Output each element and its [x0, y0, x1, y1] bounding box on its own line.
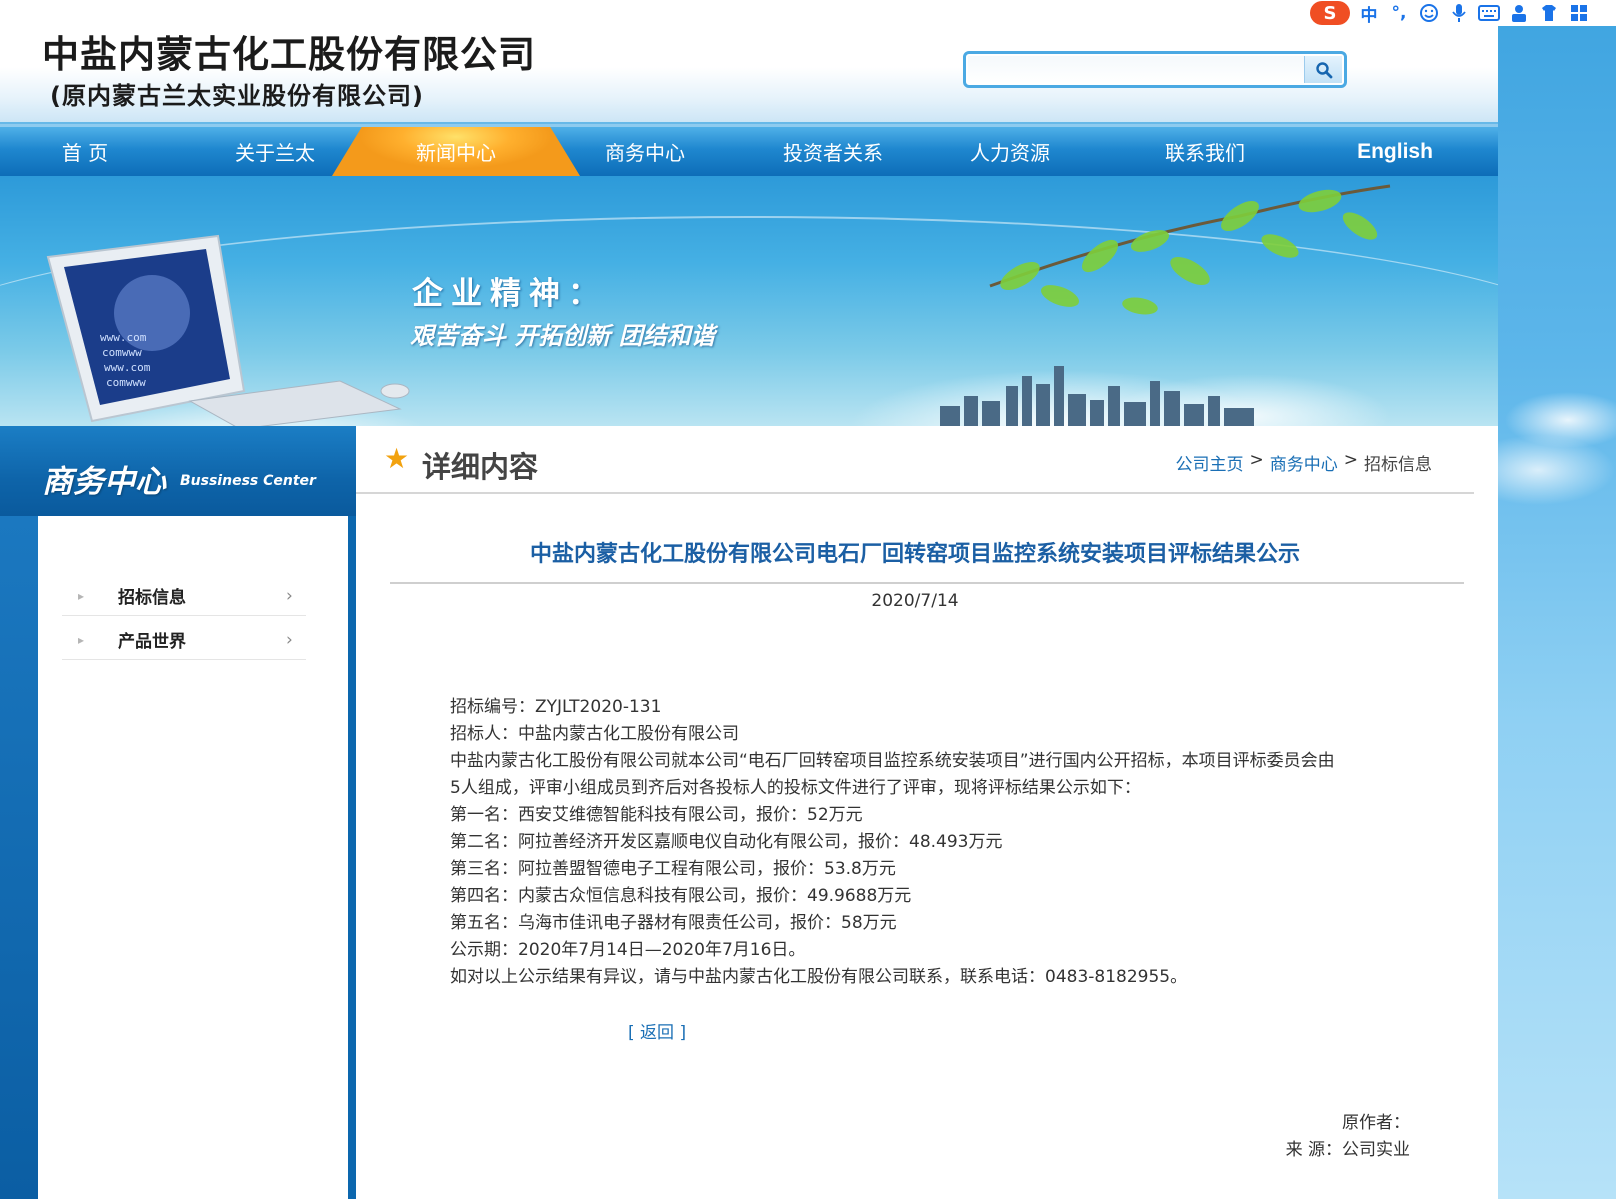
breadcrumb: 公司主页 > 商务中心 > 招标信息 [1176, 450, 1433, 475]
search-button[interactable] [1304, 56, 1342, 83]
nav-item-business[interactable]: 商务中心 [580, 127, 710, 176]
article-line: 第四名：内蒙古众恒信息科技有限公司，报价：49.9688万元 [450, 886, 912, 906]
star-icon: ★ [384, 442, 410, 475]
nav-item-hr[interactable]: 人力资源 [945, 127, 1075, 176]
article-line: 第一名：西安艾维德智能科技有限公司，报价：52万元 [450, 805, 863, 825]
breadcrumb-separator: > [1249, 450, 1264, 470]
article-date: 2020/7/14 [871, 591, 959, 611]
nav-item-english[interactable]: English [1330, 127, 1460, 176]
sidebar-body [0, 516, 356, 1199]
breadcrumb-home[interactable]: 公司主页 [1176, 450, 1244, 475]
article-line: 招标编号：ZYJLT2020-131 [450, 697, 662, 717]
ime-punctuation-toggle[interactable]: °, [1388, 2, 1410, 24]
svg-text:comwww: comwww [106, 376, 146, 389]
article-line: 如对以上公示结果有异议，请与中盐内蒙古化工股份有限公司联系，联系电话：0483-… [450, 967, 1188, 987]
content-heading: 详细内容 [422, 450, 539, 484]
keyboard-icon[interactable] [1478, 2, 1500, 24]
nav-item-home[interactable]: 首 页 [30, 127, 140, 176]
sidebar-header: 商务中心 Bussiness Center [0, 426, 356, 516]
article-line: 第五名：乌海市佳讯电子器材有限责任公司，报价：58万元 [450, 913, 897, 933]
article-body: 招标编号：ZYJLT2020-131 招标人：中盐内蒙古化工股份有限公司 中盐内… [450, 694, 1410, 991]
grid-icon[interactable] [1568, 2, 1590, 24]
back-link[interactable]: [ 返回 ] [628, 1018, 686, 1043]
bullet-icon: ▸ [78, 632, 85, 647]
breadcrumb-section[interactable]: 商务中心 [1270, 450, 1338, 475]
shirt-icon[interactable] [1538, 2, 1560, 24]
search-box [963, 51, 1347, 88]
sidebar-title: 商务中心 [42, 464, 166, 500]
article-line: 中盐内蒙古化工股份有限公司就本公司“电石厂回转窑项目监控系统安装项目”进行国内公… [450, 751, 1335, 771]
sidebar-item-bidding[interactable]: ▸ 招标信息 › [62, 576, 306, 616]
svg-text:www.com: www.com [104, 361, 151, 374]
sidebar-item-label: 产品世界 [118, 632, 186, 652]
author-label: 原作者： [1342, 1113, 1410, 1133]
search-icon [1315, 61, 1332, 78]
breadcrumb-separator: > [1343, 450, 1358, 470]
company-former-name: (原内蒙古兰太实业股份有限公司) [50, 82, 424, 110]
sidebar-strip [0, 516, 38, 1199]
ime-toolbar: S 中 °, [1306, 0, 1616, 26]
nav-item-contact[interactable]: 联系我们 [1140, 127, 1270, 176]
article-line: 第二名：阿拉善经济开发区嘉顺电仪自动化有限公司，报价：48.493万元 [450, 832, 1003, 852]
banner: www.com comwww www.com comwww 企业精神： 艰苦奋斗… [0, 176, 1498, 426]
sidebar-item-products[interactable]: ▸ 产品世界 › [62, 620, 306, 660]
company-name: 中盐内蒙古化工股份有限公司 [42, 33, 536, 76]
search-input[interactable] [968, 56, 1308, 83]
mic-icon[interactable] [1448, 2, 1470, 24]
source-label: 来 源：公司实业 [1285, 1140, 1410, 1160]
computer-illustration: www.com comwww www.com comwww [46, 234, 410, 426]
user-icon[interactable] [1508, 2, 1530, 24]
city-skyline-illustration [940, 366, 1254, 426]
article-title: 中盐内蒙古化工股份有限公司电石厂回转窑项目监控系统安装项目评标结果公示 [529, 542, 1300, 567]
nav-item-about[interactable]: 关于兰太 [210, 127, 340, 176]
svg-text:comwww: comwww [102, 346, 142, 359]
banner-title: 企业精神： [412, 276, 607, 312]
breadcrumb-current: 招标信息 [1364, 455, 1432, 475]
sidebar-title-en: Bussiness Center [180, 473, 316, 489]
nav-item-news[interactable]: 新闻中心 [332, 127, 580, 176]
article-line: 公示期：2020年7月14日—2020年7月16日。 [450, 940, 806, 960]
bullet-icon: ▸ [78, 588, 85, 603]
nav-item-investor[interactable]: 投资者关系 [758, 127, 908, 176]
article-line: 第三名：阿拉善盟智德电子工程有限公司，报价：53.8万元 [450, 859, 896, 879]
article-line: 招标人：中盐内蒙古化工股份有限公司 [450, 724, 739, 744]
main-nav: 首 页 关于兰太 新闻中心 商务中心 投资者关系 人力资源 联系我们 Engli… [0, 124, 1498, 176]
emoji-icon[interactable] [1418, 2, 1440, 24]
chevron-right-icon: › [286, 629, 293, 650]
svg-text:www.com: www.com [100, 331, 147, 344]
title-divider [390, 582, 1464, 584]
sidebar-item-label: 招标信息 [118, 588, 186, 608]
article-line: 5人组成，评审小组成员到齐后对各投标人的投标文件进行了评审，现将评标结果公示如下… [450, 778, 1141, 798]
ime-logo[interactable]: S [1310, 1, 1350, 25]
nav-item-news-label: 新闻中心 [416, 141, 496, 165]
sky-backdrop [1498, 0, 1616, 1199]
ime-mode-toggle[interactable]: 中 [1358, 2, 1380, 26]
chevron-right-icon: › [286, 585, 293, 606]
banner-slogan: 艰苦奋斗 开拓创新 团结和谐 [410, 322, 715, 350]
main-content: ★ 详细内容 公司主页 > 商务中心 > 招标信息 中盐内蒙古化工股份有限公司电… [356, 426, 1498, 1199]
site-header: 中盐内蒙古化工股份有限公司 (原内蒙古兰太实业股份有限公司) [0, 0, 1498, 122]
leaves-illustration [989, 184, 1391, 315]
content-header: ★ 详细内容 公司主页 > 商务中心 > 招标信息 [356, 426, 1474, 494]
